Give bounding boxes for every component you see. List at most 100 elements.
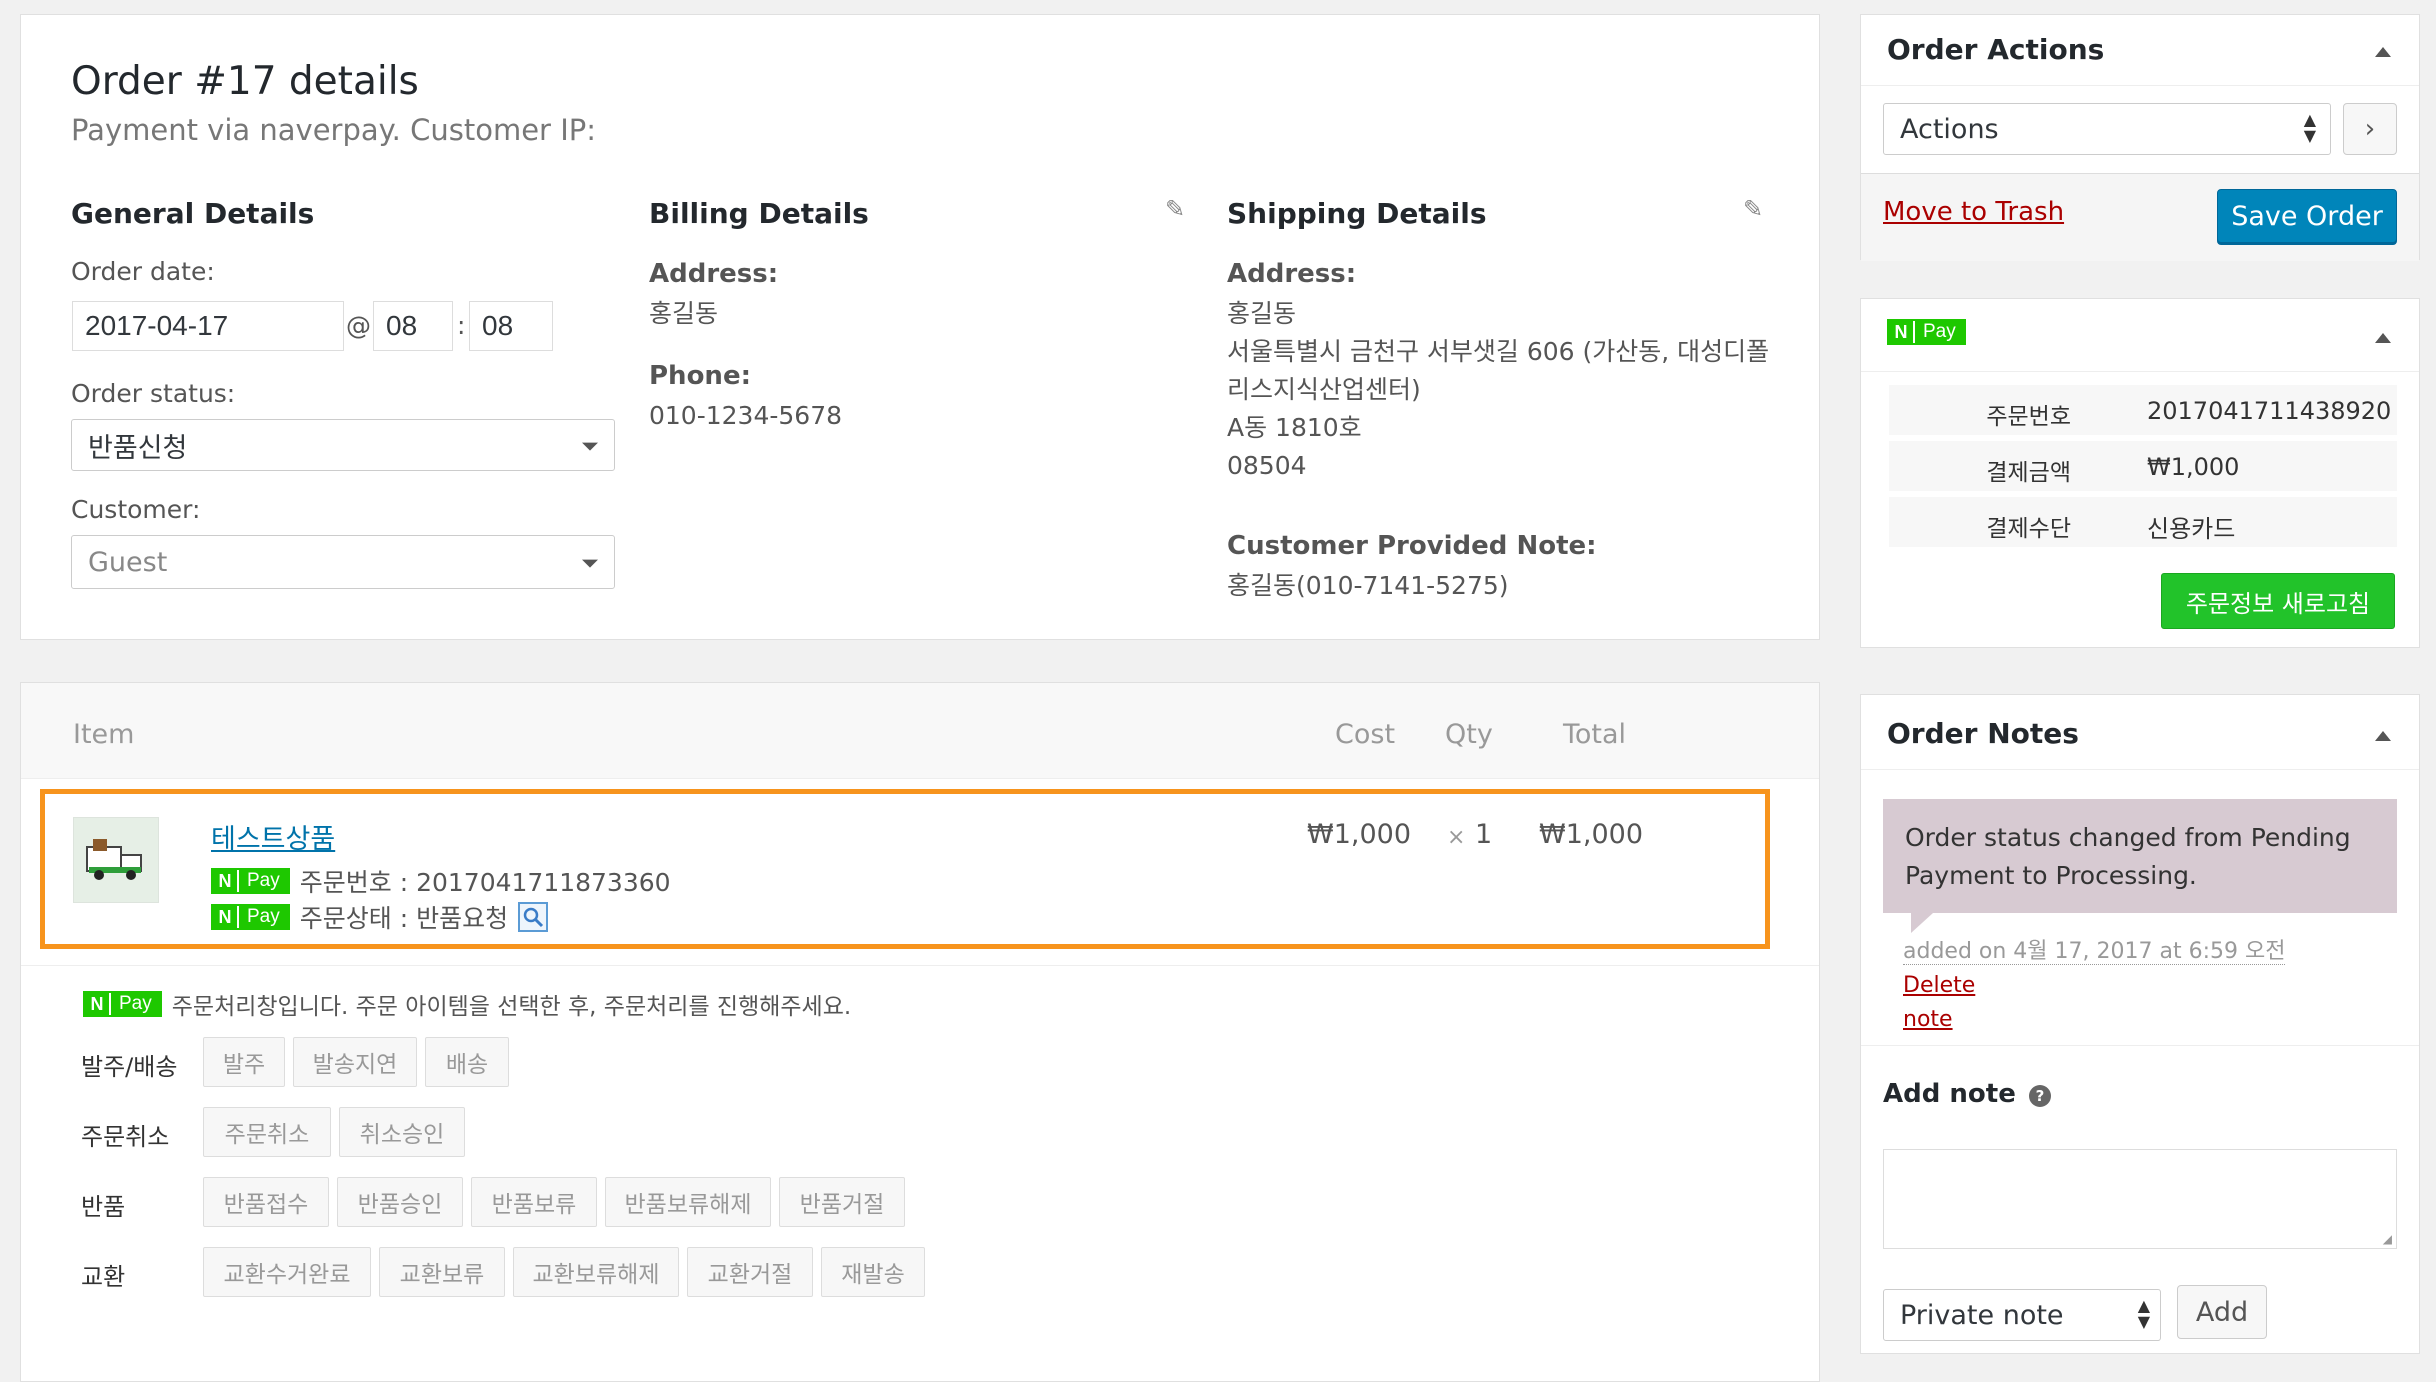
collapse-arrow-icon[interactable] bbox=[2375, 47, 2391, 57]
action-row-label: 반품 bbox=[81, 1193, 126, 1221]
customer-value: Guest bbox=[88, 546, 168, 578]
divider bbox=[1861, 769, 2419, 770]
note-bubble-tail bbox=[1911, 913, 1933, 933]
npay-action-button[interactable]: 배송 bbox=[425, 1037, 509, 1087]
product-name-link[interactable]: 테스트상품 bbox=[211, 817, 335, 856]
order-date-input[interactable]: 2017-04-17 bbox=[72, 301, 344, 351]
order-status-value: 반품신청 bbox=[88, 432, 188, 464]
select-arrows-icon: ▲ ▼ bbox=[2137, 1296, 2150, 1331]
npay-action-button[interactable]: 주문취소 bbox=[203, 1107, 331, 1157]
delete-note-link[interactable]: Delete bbox=[1903, 973, 1975, 998]
naverpay-info-box: N Pay 주문번호 2017041711438920 결제금액 ₩1,000 결… bbox=[1860, 298, 2420, 648]
npay-info-value: 신용카드 bbox=[2147, 515, 2236, 543]
general-details-heading: General Details bbox=[71, 197, 315, 230]
customer-label: Customer: bbox=[71, 495, 201, 524]
order-status-select[interactable]: 반품신청 bbox=[71, 419, 615, 471]
column-cost[interactable]: Cost bbox=[1335, 719, 1395, 750]
action-row-label: 주문취소 bbox=[81, 1123, 170, 1151]
npay-order-status: 주문상태 : 반품요청 bbox=[299, 904, 509, 933]
add-note-button[interactable]: Add bbox=[2177, 1285, 2267, 1339]
column-total[interactable]: Total bbox=[1563, 719, 1626, 750]
order-minute-input[interactable]: 08 bbox=[469, 301, 553, 351]
npay-action-button[interactable]: 반품접수 bbox=[203, 1177, 329, 1227]
order-status-label: Order status: bbox=[71, 379, 236, 408]
item-qty: 1 bbox=[1475, 819, 1493, 850]
move-to-trash-link[interactable]: Move to Trash bbox=[1883, 197, 2064, 227]
divider bbox=[1861, 85, 2419, 86]
note-type-select[interactable]: Private note ▲ ▼ bbox=[1883, 1289, 2161, 1341]
shipping-details-heading: Shipping Details bbox=[1227, 197, 1487, 230]
item-total: ₩1,000 bbox=[1539, 819, 1643, 850]
customer-note-label: Customer Provided Note: bbox=[1227, 531, 1597, 561]
order-date-label: Order date: bbox=[71, 257, 215, 286]
resize-handle-icon[interactable]: ◢ bbox=[2383, 1232, 2392, 1246]
at-symbol: @ bbox=[346, 311, 371, 340]
order-items-panel: Item Cost Qty Total 테스트상품 N Pay 주문번호 : 20… bbox=[20, 682, 1820, 1382]
npay-info-value: 2017041711438920 bbox=[2147, 397, 2392, 425]
collapse-arrow-icon[interactable] bbox=[2375, 333, 2391, 343]
note-date: added on 4월 17, 2017 at 6:59 오전 bbox=[1903, 939, 2286, 965]
shipping-address-line: 리스지식산업센터) bbox=[1227, 375, 1421, 404]
npay-info-key: 결제수단 bbox=[1986, 516, 2071, 542]
process-notice-text: 주문처리창입니다. 주문 아이템을 선택한 후, 주문처리를 진행해주세요. bbox=[171, 994, 852, 1020]
note-meta: added on 4월 17, 2017 at 6:59 오전 Delete n… bbox=[1903, 935, 2363, 1037]
product-thumbnail bbox=[73, 817, 159, 903]
qty-multiply-sign: × bbox=[1447, 825, 1466, 850]
apply-action-button[interactable]: › bbox=[2343, 103, 2397, 155]
naverpay-badge: N Pay bbox=[1887, 319, 1966, 345]
npay-order-number: 주문번호 : 2017041711873360 bbox=[299, 868, 671, 897]
npay-action-button[interactable]: 반품거절 bbox=[779, 1177, 905, 1227]
billing-phone: 010-1234-5678 bbox=[649, 401, 843, 430]
npay-action-button[interactable]: 반품보류 bbox=[471, 1177, 597, 1227]
naverpay-badge: N Pay bbox=[211, 904, 290, 930]
npay-action-button[interactable]: 교환수거완료 bbox=[203, 1247, 371, 1297]
naverpay-badge: N Pay bbox=[83, 991, 162, 1017]
npay-action-button[interactable]: 반품승인 bbox=[337, 1177, 463, 1227]
npay-action-button[interactable]: 발송지연 bbox=[293, 1037, 417, 1087]
npay-action-button[interactable]: 교환거절 bbox=[687, 1247, 813, 1297]
shipping-address-line: 08504 bbox=[1227, 451, 1307, 480]
npay-status-meta: N Pay 주문상태 : 반품요청 bbox=[211, 899, 549, 935]
order-actions-heading: Order Actions bbox=[1887, 33, 2105, 66]
order-hour-input[interactable]: 08 bbox=[373, 301, 453, 351]
npay-action-button[interactable]: 교환보류 bbox=[379, 1247, 505, 1297]
column-item[interactable]: Item bbox=[73, 719, 134, 750]
add-note-textarea[interactable]: ◢ bbox=[1883, 1149, 2397, 1249]
billing-phone-label: Phone: bbox=[649, 361, 751, 391]
refresh-order-info-button[interactable]: 주문정보 새로고침 bbox=[2161, 573, 2395, 629]
delete-note-link-cont[interactable]: note bbox=[1903, 1007, 1953, 1032]
npay-info-value: ₩1,000 bbox=[2147, 453, 2240, 481]
divider bbox=[1861, 1045, 2419, 1046]
help-icon[interactable]: ? bbox=[2029, 1085, 2051, 1107]
chevron-right-icon: › bbox=[2364, 114, 2376, 144]
order-note-bubble: Order status changed from Pending Paymen… bbox=[1883, 799, 2397, 913]
edit-billing-pencil-icon[interactable]: ✎ bbox=[1165, 195, 1185, 223]
order-actions-value: Actions bbox=[1900, 113, 1999, 145]
note-type-value: Private note bbox=[1900, 1299, 2064, 1331]
order-actions-box: Order Actions Actions ▲ ▼ › Move to Trash… bbox=[1860, 14, 2420, 261]
npay-action-button[interactable]: 반품보류해제 bbox=[605, 1177, 771, 1227]
billing-details-heading: Billing Details bbox=[649, 197, 869, 230]
npay-order-meta: N Pay 주문번호 : 2017041711873360 bbox=[211, 863, 671, 899]
npay-action-button[interactable]: 발주 bbox=[203, 1037, 285, 1087]
npay-action-button[interactable]: 재발송 bbox=[821, 1247, 925, 1297]
order-notes-heading: Order Notes bbox=[1887, 717, 2079, 750]
npay-action-button[interactable]: 교환보류해제 bbox=[513, 1247, 679, 1297]
edit-shipping-pencil-icon[interactable]: ✎ bbox=[1743, 195, 1763, 223]
customer-note: 홍길동(010-7141-5275) bbox=[1227, 571, 1509, 600]
action-row-label: 발주/배송 bbox=[81, 1053, 178, 1081]
order-actions-select[interactable]: Actions ▲ ▼ bbox=[1883, 103, 2331, 155]
order-notes-box: Order Notes Order status changed from Pe… bbox=[1860, 694, 2420, 1354]
magnifier-search-icon[interactable] bbox=[518, 902, 549, 932]
customer-select[interactable]: Guest bbox=[71, 535, 615, 589]
action-row-label: 교환 bbox=[81, 1263, 126, 1291]
shipping-address-line: 홍길동 bbox=[1227, 299, 1297, 328]
naverpay-badge: N Pay bbox=[211, 868, 290, 894]
save-order-button[interactable]: Save Order bbox=[2217, 189, 2397, 243]
chevron-down-icon bbox=[582, 559, 598, 568]
npay-info-key: 주문번호 bbox=[1986, 404, 2071, 430]
npay-action-button[interactable]: 취소승인 bbox=[339, 1107, 465, 1157]
column-qty[interactable]: Qty bbox=[1445, 719, 1493, 750]
item-cost: ₩1,000 bbox=[1307, 819, 1411, 850]
collapse-arrow-icon[interactable] bbox=[2375, 731, 2391, 741]
